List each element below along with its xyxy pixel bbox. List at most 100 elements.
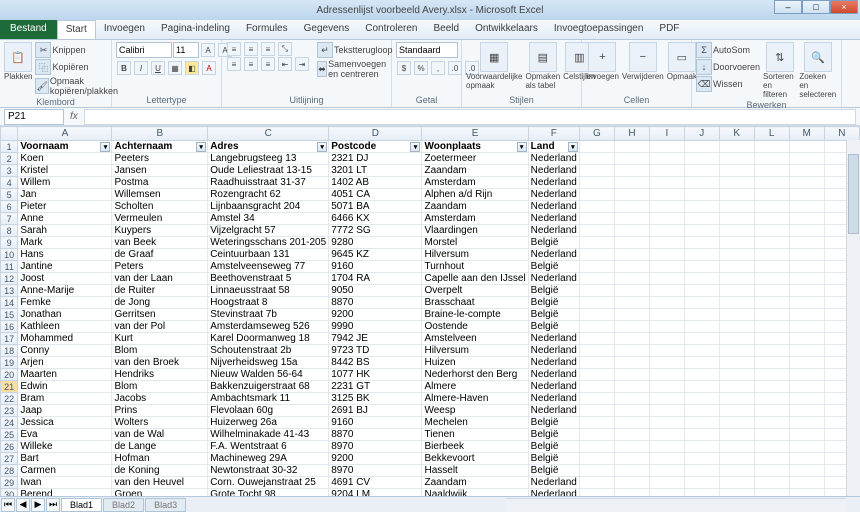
cell[interactable]	[650, 297, 685, 309]
cell[interactable]	[719, 201, 754, 213]
filter-button[interactable]: ▾	[100, 142, 110, 152]
cell[interactable]: Hoogstraat 8	[208, 297, 329, 309]
fill-color-button[interactable]: ◧	[185, 61, 199, 75]
cell[interactable]: Nederland	[528, 381, 579, 393]
cell[interactable]: Kurt	[112, 333, 208, 345]
cell[interactable]: de Jong	[112, 297, 208, 309]
cell[interactable]	[579, 309, 614, 321]
cell[interactable]: Jessica	[18, 417, 112, 429]
cell[interactable]: 9723 TD	[329, 345, 422, 357]
cell[interactable]: Nederland	[528, 345, 579, 357]
font-color-button[interactable]: A	[202, 61, 216, 75]
cell[interactable]	[789, 249, 824, 261]
cell[interactable]: Zaandam	[422, 201, 528, 213]
sheet-tab-Blad2[interactable]: Blad2	[103, 498, 144, 512]
copy-button[interactable]: ⿻Kopiëren	[35, 59, 120, 75]
cell[interactable]	[719, 477, 754, 489]
cell[interactable]: van der Laan	[112, 273, 208, 285]
align-top-button[interactable]: ≡	[227, 42, 241, 56]
cell[interactable]	[579, 153, 614, 165]
border-button[interactable]: ▦	[168, 61, 182, 75]
cell[interactable]: 9160	[329, 417, 422, 429]
cell[interactable]	[650, 393, 685, 405]
cell[interactable]	[754, 153, 789, 165]
cell[interactable]	[684, 261, 719, 273]
cell[interactable]	[754, 357, 789, 369]
cell[interactable]: Jacobs	[112, 393, 208, 405]
cell[interactable]	[754, 189, 789, 201]
cell[interactable]	[650, 441, 685, 453]
cell[interactable]: 9280	[329, 237, 422, 249]
cell[interactable]	[684, 393, 719, 405]
header-cell[interactable]	[789, 141, 824, 153]
percent-button[interactable]: %	[414, 61, 428, 75]
cell[interactable]: Karel Doormanweg 18	[208, 333, 329, 345]
cell[interactable]	[650, 381, 685, 393]
cell[interactable]	[579, 357, 614, 369]
cell[interactable]: 8870	[329, 297, 422, 309]
cell[interactable]: 3201 LT	[329, 165, 422, 177]
tab-controleren[interactable]: Controleren	[357, 20, 425, 39]
row-header-16[interactable]: 16	[1, 321, 18, 333]
cell[interactable]	[650, 153, 685, 165]
cell[interactable]	[579, 333, 614, 345]
cell[interactable]	[684, 429, 719, 441]
cell[interactable]: Almere	[422, 381, 528, 393]
cell[interactable]: Ceintuurbaan 131	[208, 249, 329, 261]
cell[interactable]	[684, 285, 719, 297]
align-center-button[interactable]: ≡	[244, 57, 258, 71]
name-box[interactable]	[4, 109, 64, 125]
cell[interactable]	[579, 321, 614, 333]
cell[interactable]: F.A. Wentstraat 6	[208, 441, 329, 453]
worksheet-grid[interactable]: ABCDEFGHIJKLMN1Voornaam▾Achternaam▾Adres…	[0, 126, 860, 512]
cell[interactable]	[579, 261, 614, 273]
cell[interactable]: Kuypers	[112, 225, 208, 237]
cell[interactable]: België	[528, 309, 579, 321]
cell[interactable]: 1402 AB	[329, 177, 422, 189]
cell[interactable]	[650, 465, 685, 477]
row-header-7[interactable]: 7	[1, 213, 18, 225]
cell[interactable]	[650, 285, 685, 297]
cell[interactable]	[684, 333, 719, 345]
cell[interactable]	[719, 297, 754, 309]
cell[interactable]	[650, 261, 685, 273]
cell[interactable]	[650, 321, 685, 333]
cell[interactable]	[650, 357, 685, 369]
fill-button[interactable]: ↓Doorvoeren	[696, 59, 760, 75]
cell[interactable]	[684, 273, 719, 285]
cell[interactable]	[579, 201, 614, 213]
cell[interactable]	[614, 321, 649, 333]
col-header-D[interactable]: D	[329, 127, 422, 141]
cell[interactable]	[754, 441, 789, 453]
cell[interactable]: Nederland	[528, 177, 579, 189]
cell[interactable]: Amsterdamseweg 526	[208, 321, 329, 333]
cell[interactable]: Nederland	[528, 249, 579, 261]
cell[interactable]	[719, 369, 754, 381]
cell[interactable]	[579, 165, 614, 177]
cell[interactable]	[684, 441, 719, 453]
underline-button[interactable]: U	[151, 61, 165, 75]
cell[interactable]: 8442 BS	[329, 357, 422, 369]
cell[interactable]: Amsterdam	[422, 213, 528, 225]
cell[interactable]: Nederland	[528, 405, 579, 417]
header-cell[interactable]	[754, 141, 789, 153]
cell[interactable]: Anne-Marije	[18, 285, 112, 297]
cell[interactable]	[614, 357, 649, 369]
insert-cells-button[interactable]: +Invoegen	[586, 42, 619, 81]
cell[interactable]	[684, 369, 719, 381]
cell[interactable]	[579, 369, 614, 381]
cell[interactable]	[579, 225, 614, 237]
row-header-10[interactable]: 10	[1, 249, 18, 261]
cell[interactable]: Anne	[18, 213, 112, 225]
col-header-I[interactable]: I	[650, 127, 685, 141]
header-cell[interactable]	[579, 141, 614, 153]
cell[interactable]: Zaandam	[422, 165, 528, 177]
cell[interactable]	[579, 417, 614, 429]
cell[interactable]	[789, 477, 824, 489]
cell[interactable]	[650, 345, 685, 357]
cell[interactable]	[579, 237, 614, 249]
cell[interactable]	[650, 369, 685, 381]
cell[interactable]: Conny	[18, 345, 112, 357]
cell[interactable]: Sarah	[18, 225, 112, 237]
cell[interactable]: Nijverheidsweg 15a	[208, 357, 329, 369]
